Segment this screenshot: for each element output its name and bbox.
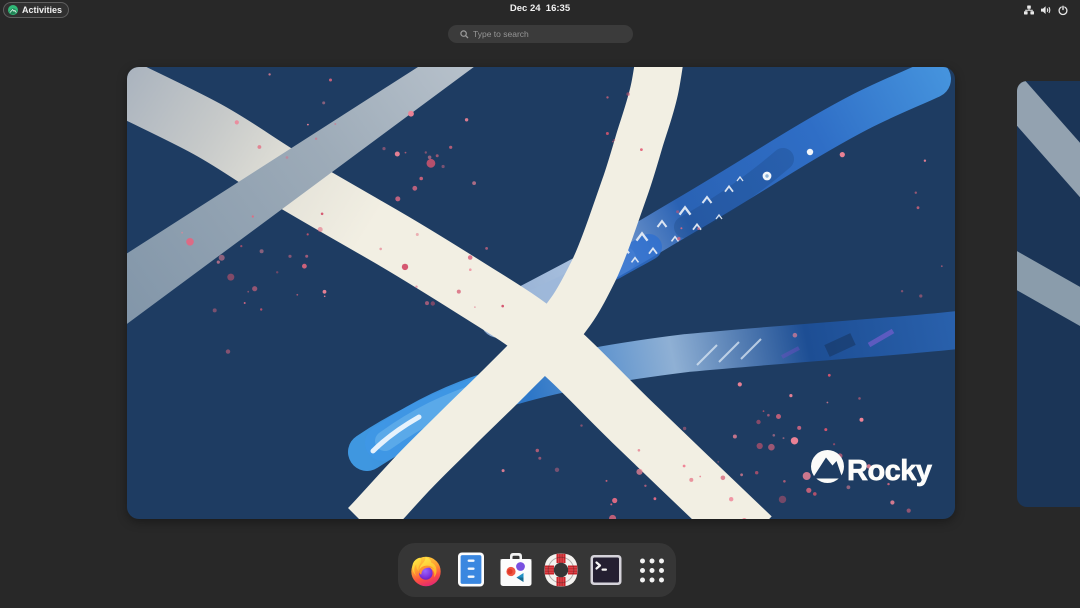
svg-text:Rocky: Rocky — [847, 455, 932, 487]
